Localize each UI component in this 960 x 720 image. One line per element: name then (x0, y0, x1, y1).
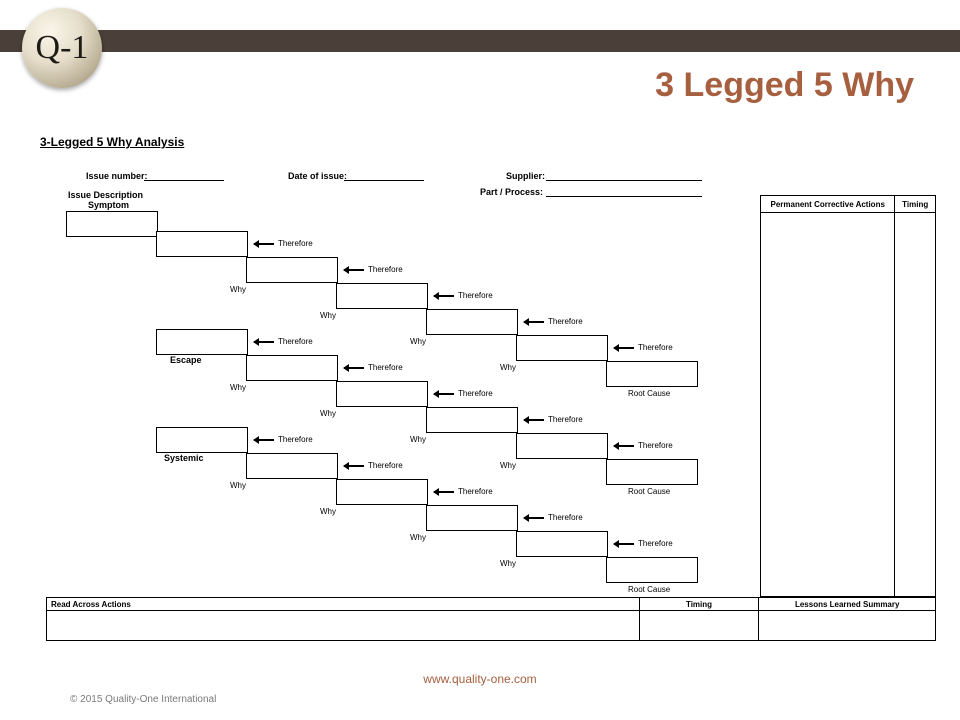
read-across-header: Read Across Actions (47, 598, 640, 610)
leg2-box-3 (426, 407, 518, 433)
issue-desc-label-1: Issue Description (68, 190, 143, 200)
issue-number-label: Issue number: (86, 171, 148, 181)
perm-actions-header: Permanent Corrective Actions (761, 196, 895, 212)
why-label: Why (500, 461, 516, 470)
leg2-box-1 (246, 355, 338, 381)
leg2-box-rootcause (606, 459, 698, 485)
timing-header-2: Timing (640, 598, 760, 610)
supplier-label: Supplier: (506, 171, 545, 181)
arrow-icon (434, 393, 454, 395)
why-label: Why (410, 337, 426, 346)
therefore-label: Therefore (458, 291, 493, 300)
worksheet: 3-Legged 5 Why Analysis Issue number: Da… (40, 135, 940, 665)
why-label: Why (230, 481, 246, 490)
systemic-label: Systemic (164, 453, 204, 463)
escape-label: Escape (170, 355, 202, 365)
why-label: Why (500, 363, 516, 372)
why-label: Why (320, 311, 336, 320)
footer-copyright: © 2015 Quality-One International (70, 694, 216, 705)
therefore-label: Therefore (458, 389, 493, 398)
logo-text: Q-1 (36, 29, 89, 67)
leg1-box-rootcause (606, 361, 698, 387)
therefore-label: Therefore (368, 461, 403, 470)
why-label: Why (500, 559, 516, 568)
leg3-box-rootcause (606, 557, 698, 583)
page-title: 3 Legged 5 Why (655, 66, 914, 105)
leg1-box-0 (156, 231, 248, 257)
therefore-label: Therefore (278, 239, 313, 248)
date-of-issue-line (344, 180, 424, 181)
arrow-icon (344, 465, 364, 467)
therefore-label: Therefore (638, 343, 673, 352)
arrow-icon (254, 439, 274, 441)
arrow-icon (524, 517, 544, 519)
therefore-label: Therefore (368, 363, 403, 372)
therefore-label: Therefore (368, 265, 403, 274)
part-process-label: Part / Process: (480, 187, 543, 197)
arrow-icon (614, 347, 634, 349)
leg3-box-3 (426, 505, 518, 531)
why-label: Why (320, 409, 336, 418)
why-label: Why (410, 533, 426, 542)
lessons-header: Lessons Learned Summary (759, 598, 935, 610)
rootcause-label: Root Cause (628, 389, 670, 398)
top-bar (0, 30, 960, 52)
date-of-issue-label: Date of issue: (288, 171, 347, 181)
right-panel-header: Permanent Corrective Actions Timing (760, 195, 936, 213)
therefore-label: Therefore (638, 539, 673, 548)
leg2-box-4 (516, 433, 608, 459)
therefore-label: Therefore (278, 337, 313, 346)
arrow-icon (524, 321, 544, 323)
arrow-icon (254, 341, 274, 343)
leg1-box-4 (516, 335, 608, 361)
arrow-icon (254, 243, 274, 245)
therefore-label: Therefore (548, 317, 583, 326)
leg1-box-2 (336, 283, 428, 309)
arrow-icon (614, 445, 634, 447)
therefore-label: Therefore (548, 513, 583, 522)
timing-header: Timing (895, 196, 935, 212)
issue-desc-box (66, 211, 158, 237)
why-label: Why (410, 435, 426, 444)
leg2-box-2 (336, 381, 428, 407)
arrow-icon (344, 269, 364, 271)
leg3-box-0 (156, 427, 248, 453)
rootcause-label: Root Cause (628, 487, 670, 496)
therefore-label: Therefore (638, 441, 673, 450)
why-label: Why (230, 383, 246, 392)
arrow-icon (524, 419, 544, 421)
leg2-box-0 (156, 329, 248, 355)
arrow-icon (434, 491, 454, 493)
leg1-box-1 (246, 257, 338, 283)
therefore-label: Therefore (458, 487, 493, 496)
supplier-line (546, 180, 702, 181)
part-process-line (546, 196, 702, 197)
leg3-box-2 (336, 479, 428, 505)
leg1-box-3 (426, 309, 518, 335)
arrow-icon (434, 295, 454, 297)
issue-desc-label-2: Symptom (88, 200, 129, 210)
why-label: Why (230, 285, 246, 294)
sheet-title: 3-Legged 5 Why Analysis (40, 135, 940, 149)
therefore-label: Therefore (548, 415, 583, 424)
logo-badge: Q-1 (22, 8, 102, 88)
bottom-body (46, 611, 936, 641)
right-panel-body (760, 213, 936, 597)
arrow-icon (614, 543, 634, 545)
arrow-icon (344, 367, 364, 369)
issue-number-line (144, 180, 224, 181)
bottom-header: Read Across Actions Timing Lessons Learn… (46, 597, 936, 611)
footer-url: www.quality-one.com (0, 672, 960, 686)
why-label: Why (320, 507, 336, 516)
therefore-label: Therefore (278, 435, 313, 444)
leg3-box-1 (246, 453, 338, 479)
leg3-box-4 (516, 531, 608, 557)
rootcause-label: Root Cause (628, 585, 670, 594)
